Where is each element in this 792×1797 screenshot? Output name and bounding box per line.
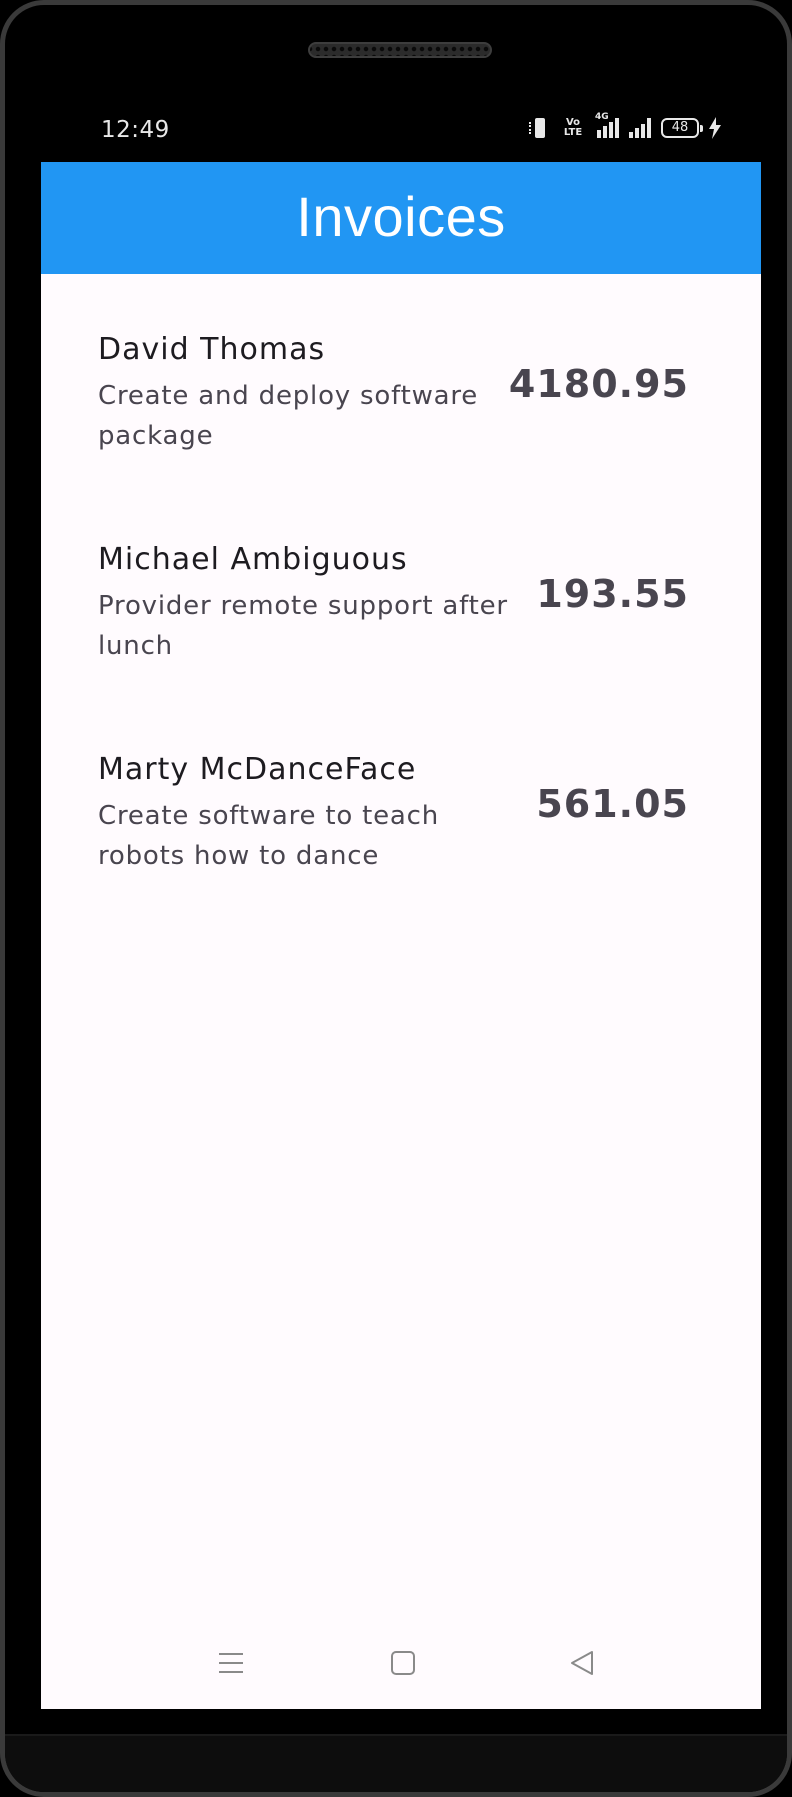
charging-icon	[709, 117, 721, 139]
back-icon[interactable]	[566, 1647, 598, 1679]
invoice-description: Provider remote support after lunch	[98, 591, 508, 661]
invoice-list: David Thomas Create and deploy software …	[41, 274, 761, 904]
invoice-amount: 561.05	[536, 782, 689, 826]
phone-chin	[5, 1734, 787, 1792]
menu-icon[interactable]	[215, 1647, 247, 1679]
status-icons: Vo LTE 4G 48	[529, 112, 721, 139]
speaker-grille	[308, 42, 492, 58]
volte-icon: Vo LTE	[563, 117, 583, 138]
invoice-amount: 193.55	[536, 572, 689, 616]
app-bar: Invoices	[41, 162, 761, 274]
status-bar: 12:49 Vo LTE 4G 48	[41, 105, 761, 155]
invoice-customer-name: Michael Ambiguous	[98, 542, 408, 577]
status-time: 12:49	[101, 117, 170, 143]
phone-frame: 12:49 Vo LTE 4G 48 Invoices David Thomas…	[0, 0, 792, 1797]
home-icon[interactable]	[387, 1647, 419, 1679]
invoice-description: Create and deploy software package	[98, 381, 479, 451]
page-title: Invoices	[296, 185, 506, 248]
invoice-description: Create software to teach robots how to d…	[98, 801, 440, 871]
system-nav-bar	[41, 1619, 761, 1709]
app-screen: Invoices David Thomas Create and deploy …	[41, 162, 761, 1709]
invoice-list-item[interactable]: Marty McDanceFace Create software to tea…	[41, 694, 761, 904]
signal-4g-icon: 4G	[595, 112, 619, 138]
invoice-customer-name: David Thomas	[98, 332, 326, 367]
invoice-customer-name: Marty McDanceFace	[98, 752, 417, 787]
invoice-list-item[interactable]: Michael Ambiguous Provider remote suppor…	[41, 484, 761, 694]
invoice-list-item[interactable]: David Thomas Create and deploy software …	[41, 274, 761, 484]
battery-icon: 48	[661, 118, 703, 138]
vibrate-icon	[529, 117, 549, 139]
signal-icon	[629, 118, 651, 138]
invoice-amount: 4180.95	[508, 362, 689, 406]
network-label: 4G	[595, 112, 609, 122]
